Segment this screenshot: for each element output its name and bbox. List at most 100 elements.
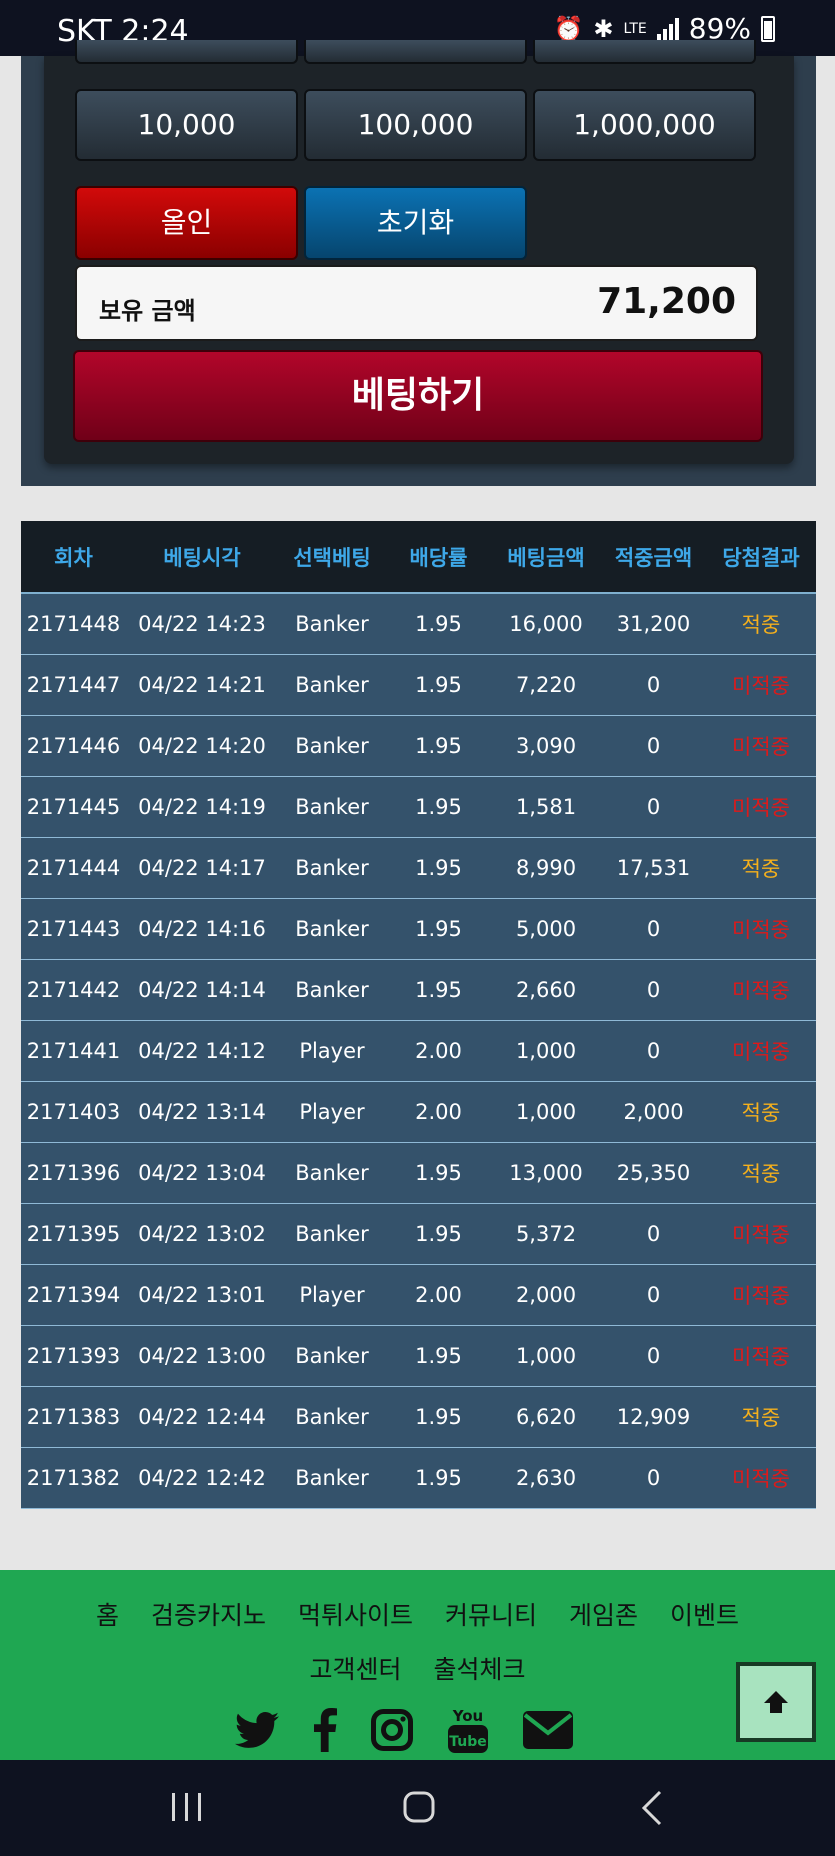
footer-nav-link[interactable]: 이벤트 <box>670 1596 739 1632</box>
chip-100000-button[interactable]: 100,000 <box>304 89 527 161</box>
table-header-row: 회차 베팅시각 선택베팅 배당률 베팅금액 적중금액 당첨결과 <box>21 521 816 594</box>
table-cell: Banker <box>278 1203 386 1265</box>
table-cell: 2.00 <box>386 1020 491 1082</box>
result-cell: 적중 <box>706 1142 816 1204</box>
table-cell: 04/22 14:19 <box>126 776 278 838</box>
table-cell: 2171446 <box>21 715 126 777</box>
home-button[interactable] <box>402 1790 436 1828</box>
chip-1000000-button[interactable]: 1,000,000 <box>533 89 756 161</box>
table-cell: 04/22 14:20 <box>126 715 278 777</box>
table-cell: 2171403 <box>21 1081 126 1143</box>
back-button[interactable] <box>640 1790 664 1830</box>
table-row: 2171382 04/22 12:42 Banker 1.95 2,630 0 미적중 <box>21 1447 816 1509</box>
youtube-icon[interactable]: You Tube <box>447 1705 489 1759</box>
table-cell: 2.00 <box>386 1081 491 1143</box>
allin-button[interactable]: 올인 <box>75 186 298 260</box>
footer-nav-link[interactable]: 홈 <box>96 1596 119 1632</box>
table-cell: 1.95 <box>386 898 491 960</box>
table-cell: 04/22 14:17 <box>126 837 278 899</box>
footer-nav-link[interactable]: 먹튀사이트 <box>298 1596 413 1632</box>
recent-apps-button[interactable] <box>170 1790 204 1828</box>
balance-value: 71,200 <box>597 281 736 322</box>
table-row: 2171446 04/22 14:20 Banker 1.95 3,090 0 미적중 <box>21 715 816 777</box>
chip-button-partial[interactable] <box>533 40 756 64</box>
table-cell: Banker <box>278 715 386 777</box>
footer-nav-link[interactable]: 검증카지노 <box>151 1596 266 1632</box>
table-cell: 2171448 <box>21 593 126 655</box>
table-row: 2171442 04/22 14:14 Banker 1.95 2,660 0 미적중 <box>21 959 816 1021</box>
result-cell: 미적중 <box>706 1325 816 1387</box>
table-cell: 04/22 14:14 <box>126 959 278 1021</box>
table-cell: 0 <box>601 1325 706 1387</box>
signal-icon <box>656 17 679 40</box>
table-cell: 0 <box>601 1447 706 1509</box>
place-bet-button[interactable]: 베팅하기 <box>73 350 763 442</box>
reset-button[interactable]: 초기화 <box>304 186 527 260</box>
svg-text:Tube: Tube <box>449 1734 487 1750</box>
table-cell: Banker <box>278 654 386 716</box>
chip-button-partial[interactable] <box>75 40 298 64</box>
table-cell: 2.00 <box>386 1264 491 1326</box>
table-cell: 2171383 <box>21 1386 126 1448</box>
balance-display: 보유 금액 71,200 <box>75 265 758 341</box>
footer-nav-link[interactable]: 출석체크 <box>434 1650 526 1686</box>
table-cell: 1.95 <box>386 1142 491 1204</box>
table-cell: 04/22 14:21 <box>126 654 278 716</box>
table-cell: 04/22 13:00 <box>126 1325 278 1387</box>
table-cell: Banker <box>278 959 386 1021</box>
result-cell: 미적중 <box>706 1203 816 1265</box>
table-cell: 16,000 <box>491 593 601 655</box>
table-cell: 0 <box>601 715 706 777</box>
table-cell: 04/22 13:02 <box>126 1203 278 1265</box>
table-cell: 04/22 13:01 <box>126 1264 278 1326</box>
email-icon[interactable] <box>523 1711 573 1753</box>
table-cell: 2171393 <box>21 1325 126 1387</box>
table-row: 2171441 04/22 14:12 Player 2.00 1,000 0 미적중 <box>21 1020 816 1082</box>
svg-text:You: You <box>452 1707 483 1725</box>
table-row: 2171396 04/22 13:04 Banker 1.95 13,000 25,350… <box>21 1142 816 1204</box>
alarm-icon: ⏰ <box>553 14 584 43</box>
column-header: 배당률 <box>386 521 491 594</box>
table-cell: 2171447 <box>21 654 126 716</box>
table-cell: Banker <box>278 1142 386 1204</box>
table-cell: 7,220 <box>491 654 601 716</box>
table-cell: 1.95 <box>386 776 491 838</box>
table-cell: Banker <box>278 593 386 655</box>
table-cell: 6,620 <box>491 1386 601 1448</box>
table-cell: 2171394 <box>21 1264 126 1326</box>
instagram-icon[interactable] <box>371 1709 413 1755</box>
table-cell: Banker <box>278 898 386 960</box>
table-row: 2171383 04/22 12:44 Banker 1.95 6,620 12,909 적… <box>21 1386 816 1448</box>
result-cell: 적중 <box>706 837 816 899</box>
table-cell: 17,531 <box>601 837 706 899</box>
result-cell: 미적중 <box>706 776 816 838</box>
table-body: 2171448 04/22 14:23 Banker 1.95 16,000 31,200… <box>21 593 816 1509</box>
balance-label: 보유 금액 <box>99 297 196 325</box>
table-cell: 04/22 14:23 <box>126 593 278 655</box>
table-row: 2171447 04/22 14:21 Banker 1.95 7,220 0 미적중 <box>21 654 816 716</box>
twitter-icon[interactable] <box>234 1712 279 1752</box>
social-links: You Tube <box>234 1705 573 1759</box>
table-cell: Player <box>278 1081 386 1143</box>
footer-nav-link[interactable]: 고객센터 <box>309 1650 401 1686</box>
table-cell: 04/22 14:12 <box>126 1020 278 1082</box>
result-cell: 적중 <box>706 1081 816 1143</box>
facebook-icon[interactable] <box>313 1708 337 1756</box>
table-cell: 1.95 <box>386 959 491 1021</box>
scroll-to-top-button[interactable] <box>736 1662 816 1742</box>
table-cell: 2171382 <box>21 1447 126 1509</box>
column-header: 베팅금액 <box>491 521 601 594</box>
chip-10000-button[interactable]: 10,000 <box>75 89 298 161</box>
column-header: 적중금액 <box>601 521 706 594</box>
footer-nav-link[interactable]: 커뮤니티 <box>445 1596 537 1632</box>
footer-nav-link[interactable]: 게임존 <box>569 1596 638 1632</box>
footer-nav: 홈 검증카지노 먹튀사이트 커뮤니티 게임존 이벤트 고객센터 출석체크 <box>0 1596 835 1704</box>
table-cell: 0 <box>601 898 706 960</box>
column-header: 당첨결과 <box>706 521 816 594</box>
table-cell: 3,090 <box>491 715 601 777</box>
battery-icon <box>761 15 775 42</box>
result-cell: 미적중 <box>706 1447 816 1509</box>
chip-button-partial[interactable] <box>304 40 527 64</box>
table-cell: 04/22 12:44 <box>126 1386 278 1448</box>
table-cell: 2,000 <box>601 1081 706 1143</box>
